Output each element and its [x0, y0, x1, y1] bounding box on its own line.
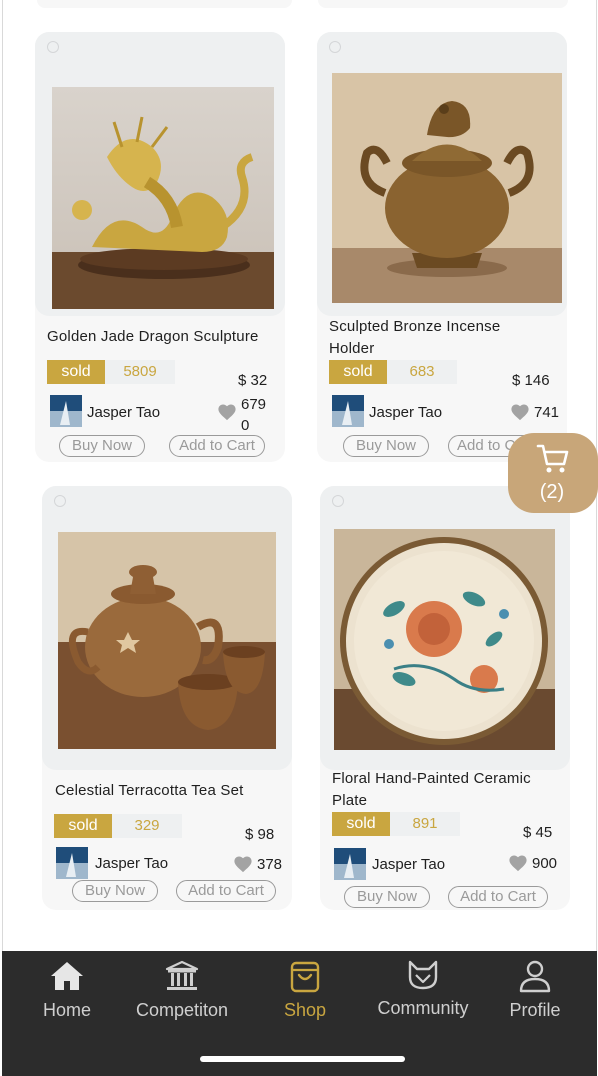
likes[interactable]: 378 [233, 855, 282, 873]
seller-avatar[interactable] [334, 848, 366, 880]
title-line-2: Plate [332, 792, 368, 809]
tab-community[interactable]: Community [370, 957, 476, 1019]
likes[interactable]: 900 [508, 854, 557, 872]
sold-label: sold [329, 360, 387, 384]
product-image-frame [320, 486, 570, 770]
heart-icon [234, 856, 252, 873]
seller-avatar[interactable] [332, 395, 364, 427]
seller-avatar[interactable] [50, 395, 82, 427]
buy-now-button[interactable]: Buy Now [59, 435, 145, 457]
title-line-2: Holder [329, 340, 375, 357]
sold-label: sold [54, 814, 112, 838]
seller-name[interactable]: Jasper Tao [87, 404, 160, 421]
heart-icon [509, 855, 527, 872]
home-indicator [200, 1056, 405, 1062]
tab-label: Community [377, 998, 469, 1018]
tab-shop[interactable]: Shop [270, 959, 340, 1021]
sold-count: 329 [112, 814, 182, 838]
product-price: $ 146 [512, 372, 550, 389]
heart-icon [218, 404, 236, 421]
cart-count: (2) [539, 481, 565, 503]
person-icon [519, 960, 551, 993]
sold-count: 891 [390, 812, 460, 836]
floating-cart-button[interactable]: (2) [508, 433, 598, 513]
buy-now-button[interactable]: Buy Now [343, 435, 429, 457]
previous-card-edge [37, 0, 292, 8]
cat-face-icon [408, 960, 438, 990]
title-line-1: Sculpted Bronze Incense [329, 318, 501, 335]
product-price: $ 98 [245, 826, 275, 843]
product-image-frame [317, 32, 567, 316]
tab-label: Competiton [135, 1000, 229, 1020]
cart-icon [536, 444, 569, 473]
clock-icon [54, 495, 66, 507]
add-to-cart-button[interactable]: Add to Cart [448, 886, 548, 908]
tab-competition[interactable]: Competiton [127, 959, 237, 1021]
sold-badge: sold 683 [329, 360, 457, 384]
product-image-frame [42, 486, 292, 770]
tab-label: Home [42, 1000, 91, 1020]
buy-now-button[interactable]: Buy Now [72, 880, 158, 902]
likes[interactable]: 679 0 [217, 394, 266, 436]
like-count: 378 [257, 855, 283, 873]
product-image-frame [35, 32, 285, 316]
museum-icon [165, 960, 199, 990]
heart-icon [511, 404, 529, 421]
seller-name[interactable]: Jasper Tao [372, 856, 445, 873]
product-title: Celestial Terracotta Tea Set [55, 782, 244, 799]
shopping-bag-icon [290, 961, 320, 993]
title-line-1: Floral Hand-Painted Ceramic [332, 770, 531, 787]
sold-badge: sold 891 [332, 812, 460, 836]
product-photo-incense-holder[interactable] [332, 73, 562, 303]
seller-name[interactable]: Jasper Tao [95, 855, 168, 872]
home-icon [51, 962, 83, 990]
sold-count: 5809 [105, 360, 175, 384]
tab-profile[interactable]: Profile [502, 959, 568, 1021]
sold-label: sold [47, 360, 105, 384]
add-to-cart-button[interactable]: Add to Cart [169, 435, 265, 457]
product-card[interactable]: Floral Hand-Painted Ceramic Plate sold 8… [320, 486, 570, 910]
tab-label: Profile [509, 1000, 561, 1020]
sold-badge: sold 329 [54, 814, 182, 838]
likes[interactable]: 741 [510, 403, 559, 421]
sold-label: sold [332, 812, 390, 836]
seller-name[interactable]: Jasper Tao [369, 404, 442, 421]
sold-count: 683 [387, 360, 457, 384]
clock-icon [332, 495, 344, 507]
product-card[interactable]: Sculpted Bronze Incense Holder sold 683 … [317, 32, 567, 462]
product-title: Sculpted Bronze Incense Holder [329, 316, 500, 360]
product-card[interactable]: Celestial Terracotta Tea Set sold 329 $ … [42, 486, 292, 910]
product-price: $ 32 [238, 372, 268, 389]
tab-label: Shop [283, 1000, 327, 1020]
product-card[interactable]: Golden Jade Dragon Sculpture sold 5809 $… [35, 32, 285, 462]
sold-badge: sold 5809 [47, 360, 175, 384]
like-count: 679 0 [241, 396, 267, 434]
product-photo-ceramic-plate[interactable] [334, 529, 555, 750]
buy-now-button[interactable]: Buy Now [344, 886, 430, 908]
add-to-cart-button[interactable]: Add to Cart [176, 880, 276, 902]
product-title: Golden Jade Dragon Sculpture [47, 328, 259, 345]
clock-icon [329, 41, 341, 53]
clock-icon [47, 41, 59, 53]
like-count: 900 [532, 854, 558, 872]
product-title: Floral Hand-Painted Ceramic Plate [332, 768, 531, 812]
previous-card-edge [318, 0, 568, 8]
product-price: $ 45 [523, 824, 553, 841]
seller-avatar[interactable] [56, 847, 88, 879]
product-photo-dragon[interactable] [52, 87, 274, 309]
like-count: 741 [534, 403, 560, 421]
tab-home[interactable]: Home [32, 959, 102, 1021]
product-photo-tea-set[interactable] [58, 532, 276, 749]
